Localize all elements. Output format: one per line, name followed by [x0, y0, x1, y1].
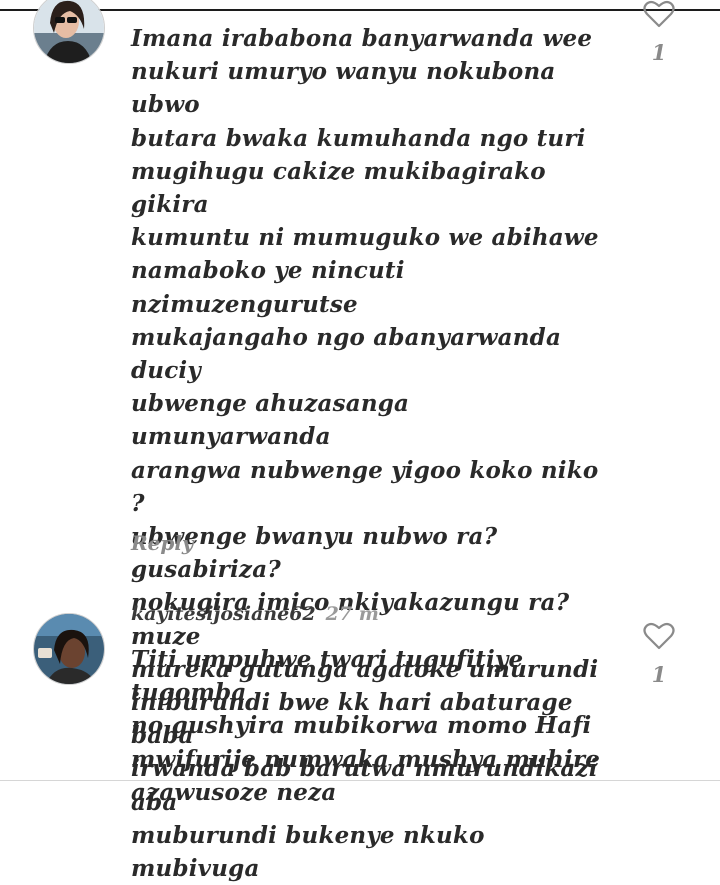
- heart-outline-icon: [643, 0, 675, 28]
- reply-button[interactable]: Reply: [131, 531, 194, 555]
- heart-outline-icon: [643, 622, 675, 650]
- avatar-photo: [34, 0, 104, 63]
- timestamp: 27 m: [325, 603, 379, 625]
- like-button[interactable]: [643, 0, 679, 28]
- like-button[interactable]: [643, 622, 679, 650]
- avatar[interactable]: [33, 613, 105, 685]
- comment-text: Titi umpuhwe twari tugufitiye tugomba no…: [131, 646, 601, 806]
- comment-meta: kayitesijosiane62 27 m: [131, 603, 379, 625]
- avatar-photo: [34, 614, 104, 684]
- bottom-divider: [0, 780, 720, 781]
- like-count: 1: [651, 40, 667, 65]
- avatar[interactable]: [33, 0, 105, 64]
- top-divider: [0, 9, 720, 11]
- username[interactable]: kayitesijosiane62: [131, 603, 316, 625]
- like-count: 1: [651, 662, 667, 687]
